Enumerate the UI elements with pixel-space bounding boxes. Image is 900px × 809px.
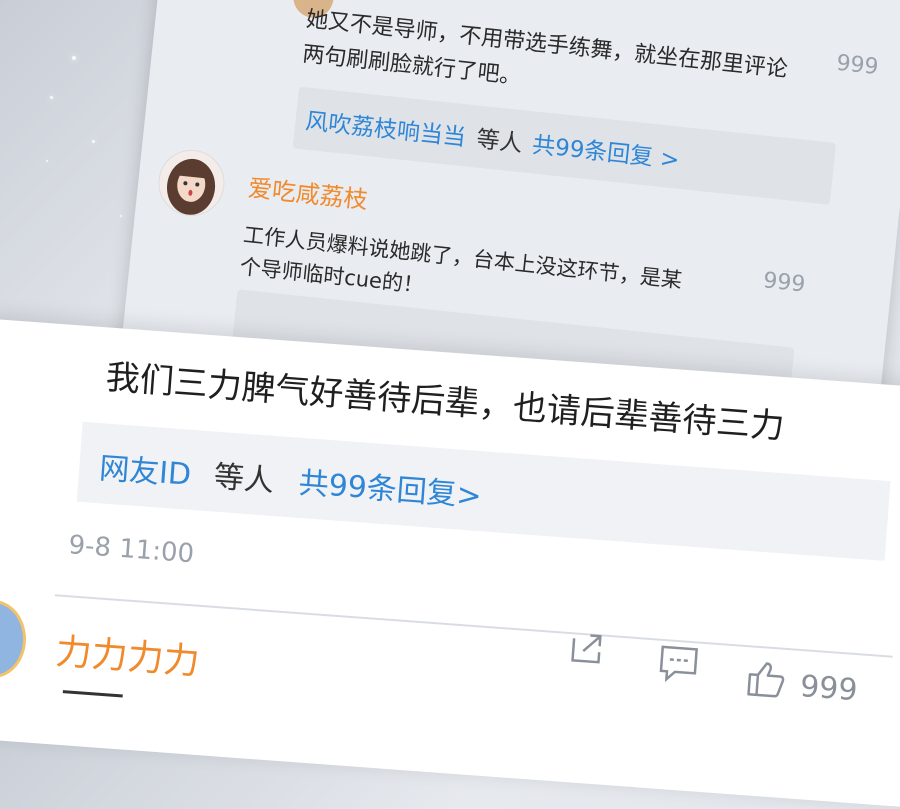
reply-user-link[interactable]: 风吹荔枝响当当 [304,102,468,153]
sparkle [120,215,122,217]
reply-etc-text: 等人 [213,452,276,500]
sparkle [92,140,95,143]
username[interactable]: 爱吃咸荔枝 [247,168,370,215]
comment-icon[interactable] [657,644,700,689]
username[interactable]: 力力力力 [54,623,201,685]
share-icon[interactable] [568,630,607,671]
reply-summary-box[interactable]: 风吹荔枝响当当 等人 共99条回复 > [293,87,837,205]
thumbs-up-icon[interactable] [744,658,789,705]
comment-like-count: 999 [762,268,806,297]
comment-like-count: 999 [835,51,879,80]
sparkle [72,56,76,60]
timestamp: 9-8 11:00 [68,530,196,569]
sparkle [50,96,53,99]
avatar[interactable] [155,147,228,220]
like-count: 999 [799,669,859,708]
reply-user-link[interactable]: 网友ID [98,443,193,494]
reply-count-link[interactable]: 共99条回复 > [531,125,682,174]
next-comment-preview [61,690,123,721]
front-comment-card: 我们三力脾气好善待后辈，也请后辈善待三力 网友ID 等人 共99条回复> 9-8… [0,318,900,809]
reply-etc-text: 等人 [475,120,524,159]
reply-count-link[interactable]: 共99条回复> [297,458,483,515]
sparkle [46,160,48,162]
